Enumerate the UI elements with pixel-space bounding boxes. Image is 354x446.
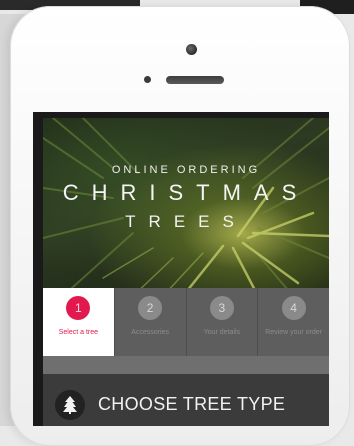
order-steps: 1 Select a tree 2 Accessories 3 Your det… <box>43 288 329 356</box>
phone-screen: ONLINE ORDERING CHRISTMAS TREES 1 Select… <box>33 112 329 426</box>
step-number: 1 <box>66 296 91 320</box>
step-label: Review your order <box>265 329 323 336</box>
hero-subtitle: ONLINE ORDERING <box>111 164 261 176</box>
step-select-tree[interactable]: 1 Select a tree <box>43 288 115 356</box>
hero-title-line-1: CHRISTMAS <box>62 180 310 205</box>
step-label: Accessories <box>131 329 169 336</box>
step-label: Your details <box>203 329 241 336</box>
step-accessories[interactable]: 2 Accessories <box>114 288 187 356</box>
step-number: 2 <box>138 296 163 320</box>
proximity-sensor <box>144 76 151 83</box>
step-your-details[interactable]: 3 Your details <box>186 288 259 356</box>
step-number: 3 <box>209 296 234 320</box>
step-review-order[interactable]: 4 Review your order <box>258 288 329 356</box>
step-label: Select a tree <box>58 329 99 336</box>
hero-banner: ONLINE ORDERING CHRISTMAS TREES <box>43 118 329 296</box>
pine-needles-illustration <box>43 118 329 296</box>
step-number: 4 <box>281 296 306 320</box>
section-divider <box>43 356 329 374</box>
tree-icon <box>55 390 85 420</box>
choose-tree-type-header[interactable]: CHOOSE TREE TYPE <box>43 374 329 426</box>
earpiece-speaker <box>166 76 224 84</box>
front-camera <box>186 44 197 55</box>
hero-title-line-2: TREES <box>125 212 247 231</box>
section-title: CHOOSE TREE TYPE <box>98 394 286 414</box>
